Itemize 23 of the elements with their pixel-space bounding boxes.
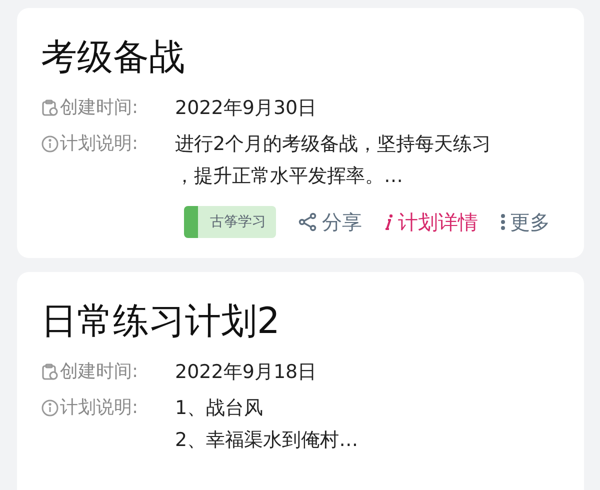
plan-title: 考级备战 — [41, 36, 186, 80]
info-icon — [384, 212, 394, 232]
info-icon — [41, 399, 59, 417]
category-tag: 古筝学习 — [184, 206, 276, 238]
created-label: 创建时间: — [60, 96, 138, 120]
description-line: 2、幸福渠水到俺村… — [175, 428, 358, 453]
more-icon — [500, 212, 506, 232]
created-date: 2022年9月18日 — [175, 360, 317, 385]
more-button[interactable]: 更多 — [500, 208, 550, 236]
clipboard-icon — [41, 99, 59, 117]
share-button[interactable]: 分享 — [298, 208, 362, 236]
share-icon — [298, 212, 318, 232]
plan-details-button[interactable]: 计划详情 — [384, 208, 478, 236]
description-label: 计划说明: — [60, 132, 138, 156]
created-label: 创建时间: — [60, 360, 138, 384]
plan-title: 日常练习计划2 — [41, 300, 281, 344]
description-line: ，提升正常水平发挥率。… — [175, 164, 404, 189]
clipboard-icon — [41, 363, 59, 381]
created-date: 2022年9月30日 — [175, 96, 317, 121]
description-line: 进行2个月的考级备战，坚持每天练习 — [175, 132, 492, 157]
info-icon — [41, 135, 59, 153]
description-line: 1、战台风 — [175, 396, 264, 421]
description-label: 计划说明: — [60, 396, 138, 420]
